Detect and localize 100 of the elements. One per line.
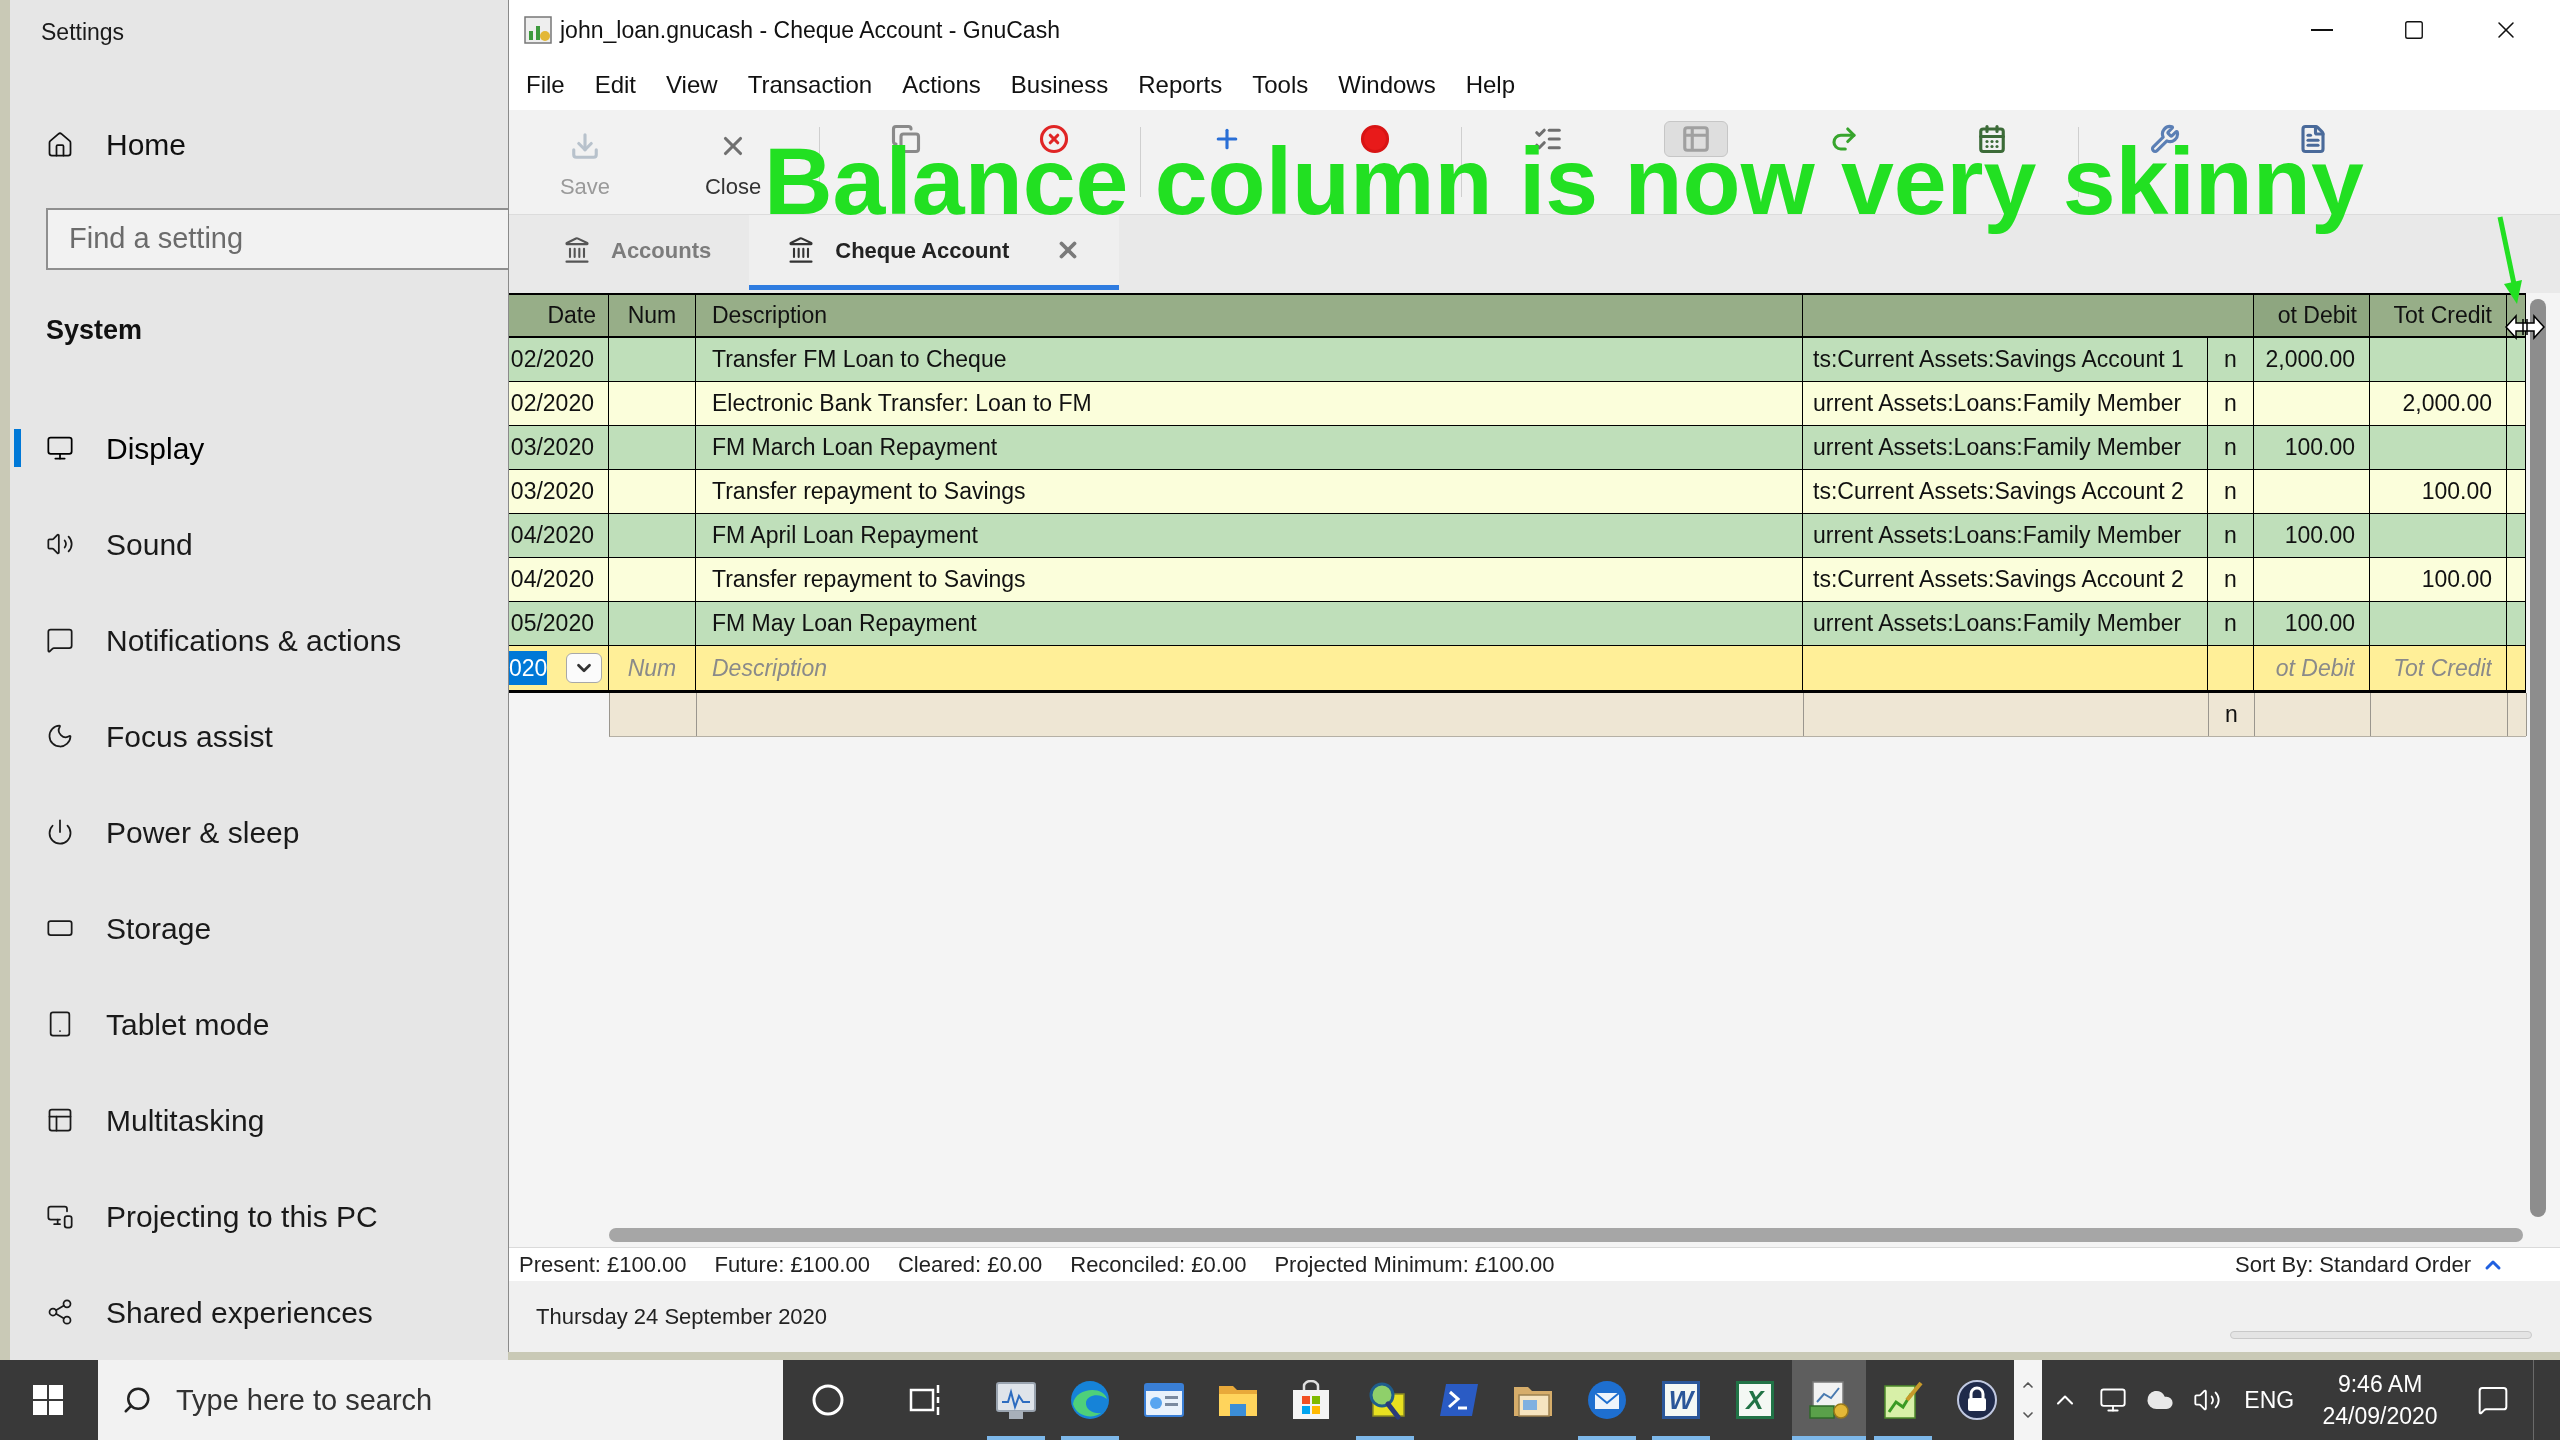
windows-logo-icon xyxy=(32,1385,63,1415)
register-row[interactable]: 03/2020 FM March Loan Repayment urrent Assets:Loans:Family Member n 100.00 xyxy=(509,426,2526,470)
register-row[interactable]: 05/2020 FM May Loan Repayment urrent Assets:Loans:Family Member n 100.00 xyxy=(509,602,2526,646)
shopping-bag-icon xyxy=(1291,1380,1332,1420)
status-text: Future: £100.00 xyxy=(714,1251,870,1279)
table-cell: ts:Current Assets:Savings Account 1 xyxy=(1803,338,2208,381)
menu-item[interactable]: Help xyxy=(1450,60,1530,110)
ring-icon xyxy=(812,1384,845,1416)
table-cell: 100.00 xyxy=(2370,470,2507,513)
running-indicator xyxy=(986,1436,1045,1440)
swirl-icon xyxy=(1069,1380,1110,1420)
moon-icon xyxy=(46,722,74,750)
table-cell: 100.00 xyxy=(2254,426,2370,469)
status-text: Cleared: £0.00 xyxy=(897,1251,1043,1279)
running-indicator xyxy=(1060,1436,1119,1440)
table-cell: n xyxy=(2209,693,2255,736)
status-text: Present: £100.00 xyxy=(519,1251,687,1279)
speech-bubble-icon xyxy=(46,626,74,654)
table-cell: n xyxy=(2208,514,2254,557)
clock-button[interactable]: 9:46 AM 24/09/2020 xyxy=(2307,1360,2453,1440)
menu-item[interactable]: Windows xyxy=(1323,60,1451,110)
menu-item[interactable]: Actions xyxy=(887,60,996,110)
section-heading: System xyxy=(46,314,143,347)
table-cell: 04/2020 xyxy=(509,514,609,557)
running-indicator xyxy=(1873,1436,1932,1440)
dropdown-button[interactable] xyxy=(566,653,602,683)
sort-button[interactable]: Sort By: Standard Order xyxy=(2235,1248,2505,1281)
minimize-icon xyxy=(2311,29,2333,31)
debit-field[interactable]: ot Debit xyxy=(2254,646,2369,690)
window-title: john_loan.gnucash - Cheque Account - GnuCash xyxy=(560,15,1060,45)
nav-item[interactable]: Notifications & actions xyxy=(10,592,508,688)
nav-item[interactable]: Shared experiences xyxy=(10,1264,508,1360)
tab[interactable]: Cheque Account xyxy=(749,215,1120,290)
table-cell: n xyxy=(2208,470,2254,513)
table-cell: ts:Current Assets:Savings Account 2 xyxy=(1803,558,2208,601)
vertical-scrollbar[interactable] xyxy=(2530,299,2546,1217)
search-field[interactable]: Find a setting xyxy=(46,207,508,270)
running-indicator xyxy=(1578,1436,1637,1440)
column-header[interactable]: ot Debit xyxy=(2254,295,2370,336)
taskbar-scroll-button[interactable] xyxy=(2013,1360,2042,1440)
horizontal-scrollbar[interactable] xyxy=(609,1228,2523,1242)
nav-item[interactable]: Multitasking xyxy=(10,1072,508,1168)
nav-item[interactable]: Power & sleep xyxy=(10,784,508,880)
nav-item[interactable]: Storage xyxy=(10,880,508,976)
bank-icon xyxy=(563,236,591,264)
register-row[interactable]: 04/2020 Transfer repayment to Savings ts:Current Assets:Savings Account 2 n 100.00 xyxy=(509,558,2526,602)
column-header[interactable]: Date xyxy=(509,295,609,336)
column-header[interactable]: Description xyxy=(696,295,1803,336)
description-field[interactable]: Description xyxy=(696,646,1802,690)
date-text: Thursday 24 September 2020 xyxy=(536,1303,828,1331)
home-nav-item[interactable]: Home xyxy=(10,97,508,193)
num-field[interactable]: Num xyxy=(609,646,695,690)
credit-field[interactable]: Tot Credit xyxy=(2370,646,2506,690)
envelope-icon xyxy=(1587,1380,1628,1420)
menu-item[interactable]: Business xyxy=(995,60,1124,110)
table-cell: urrent Assets:Loans:Family Member xyxy=(1803,382,2208,425)
network-icon xyxy=(2099,1386,2128,1414)
date-field[interactable]: 020 xyxy=(509,646,609,690)
selection-indicator xyxy=(14,429,21,467)
running-indicator xyxy=(1356,1436,1415,1440)
chart-pen-icon xyxy=(1882,1380,1923,1420)
table-cell: n xyxy=(2208,426,2254,469)
window-chart-icon xyxy=(1143,1380,1184,1420)
table-cell: 2,000.00 xyxy=(2370,382,2507,425)
taskbar-app-button[interactable]: W xyxy=(1644,1360,1718,1440)
table-cell: 04/2020 xyxy=(509,558,609,601)
letter-tile-icon: X xyxy=(1735,1381,1774,1419)
menu-item[interactable]: File xyxy=(511,60,580,110)
menu-item[interactable]: Edit xyxy=(579,60,652,110)
nav-item[interactable]: Sound xyxy=(10,496,508,592)
split-row[interactable]: n xyxy=(609,693,2526,737)
taskbar-app-button[interactable]: X xyxy=(1717,1360,1792,1440)
register-row[interactable]: 03/2020 Transfer repayment to Savings ts:Current Assets:Savings Account 2 n 100.00 xyxy=(509,470,2526,514)
status-text: Projected Minimum: £100.00 xyxy=(1274,1251,1555,1279)
nav-item[interactable]: Display xyxy=(10,400,508,496)
calendar-icon xyxy=(1977,124,2007,154)
menu-item[interactable]: Reports xyxy=(1123,60,1238,110)
monitor-icon xyxy=(46,434,74,462)
app-icon xyxy=(524,16,552,44)
column-header[interactable]: Num xyxy=(609,295,696,336)
menu-item[interactable]: Transaction xyxy=(732,60,888,110)
table-cell: 03/2020 xyxy=(509,426,609,469)
entry-row[interactable]: 020 Num Description ot Debit Tot Credit xyxy=(509,646,2526,693)
lock-icon xyxy=(1956,1380,1997,1420)
maximize-icon xyxy=(2403,19,2425,41)
menu-item[interactable]: Tools xyxy=(1237,60,1324,110)
notification-icon xyxy=(2476,1384,2509,1416)
register-row[interactable]: 04/2020 FM April Loan Repayment urrent Assets:Loans:Family Member n 100.00 xyxy=(509,514,2526,558)
table-cell: 02/2020 xyxy=(509,382,609,425)
nav-item[interactable]: Projecting to this PC xyxy=(10,1168,508,1264)
table-cell: urrent Assets:Loans:Family Member xyxy=(1803,602,2208,645)
search-field[interactable]: Type here to search xyxy=(97,1360,784,1440)
nav-item[interactable]: Tablet mode xyxy=(10,976,508,1072)
language-button[interactable]: ENG xyxy=(2231,1360,2308,1440)
register-row[interactable]: 02/2020 Transfer FM Loan to Cheque ts:Current Assets:Savings Account 1 n 2,000.00 xyxy=(509,338,2526,382)
menu-item[interactable]: View xyxy=(651,60,733,110)
register-row[interactable]: 02/2020 Electronic Bank Transfer: Loan to FM urrent Assets:Loans:Family Member n 2,000.00 xyxy=(509,382,2526,426)
table-cell: Transfer FM Loan to Cheque xyxy=(696,338,1803,381)
nav-item[interactable]: Focus assist xyxy=(10,688,508,784)
power-icon xyxy=(46,818,74,846)
